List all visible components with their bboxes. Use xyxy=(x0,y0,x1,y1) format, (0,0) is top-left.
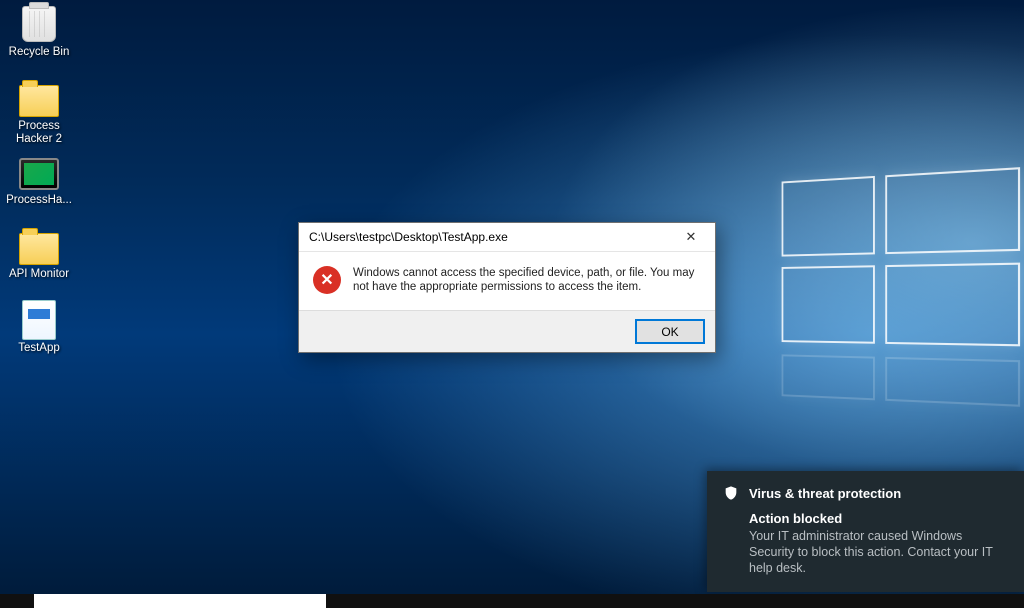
security-toast[interactable]: Virus & threat protection Action blocked… xyxy=(707,471,1024,592)
desktop-icon-process-ha[interactable]: ProcessHa... xyxy=(2,150,76,222)
ok-button[interactable]: OK xyxy=(635,319,705,344)
toast-category: Virus & threat protection xyxy=(749,486,901,501)
toast-body: Your IT administrator caused Windows Sec… xyxy=(749,528,1008,576)
monitor-icon xyxy=(19,152,59,192)
dialog-body: ✕ Windows cannot access the specified de… xyxy=(299,252,715,310)
shield-icon xyxy=(723,485,739,501)
taskbar[interactable] xyxy=(0,594,1024,608)
dialog-title: C:\Users\testpc\Desktop\TestApp.exe xyxy=(309,230,508,244)
toast-heading: Action blocked xyxy=(749,511,1008,526)
desktop-icon-label: TestApp xyxy=(18,342,60,355)
recycle-bin-icon xyxy=(19,4,59,44)
error-icon: ✕ xyxy=(313,266,341,294)
close-icon: ✕ xyxy=(686,229,697,245)
desktop-icon-testapp[interactable]: TestApp xyxy=(2,298,76,370)
desktop-icons-column: Recycle Bin Process Hacker 2 ProcessHa..… xyxy=(2,2,82,372)
folder-icon xyxy=(19,226,59,266)
exe-icon xyxy=(19,300,59,340)
desktop-icon-label: API Monitor xyxy=(9,268,69,281)
dialog-message: Windows cannot access the specified devi… xyxy=(353,266,701,294)
windows-logo-decoration xyxy=(782,168,1011,443)
dialog-titlebar[interactable]: C:\Users\testpc\Desktop\TestApp.exe ✕ xyxy=(299,223,715,252)
dialog-footer: OK xyxy=(299,310,715,352)
desktop-icon-process-hacker-2[interactable]: Process Hacker 2 xyxy=(2,76,76,148)
close-button[interactable]: ✕ xyxy=(675,226,707,248)
desktop-icon-label: Recycle Bin xyxy=(9,46,70,59)
desktop-icon-label: Process Hacker 2 xyxy=(2,120,76,146)
error-dialog: C:\Users\testpc\Desktop\TestApp.exe ✕ ✕ … xyxy=(298,222,716,353)
desktop-wallpaper[interactable]: Recycle Bin Process Hacker 2 ProcessHa..… xyxy=(0,0,1024,608)
taskbar-search[interactable] xyxy=(34,594,326,608)
start-button[interactable] xyxy=(0,594,30,608)
desktop-icon-label: ProcessHa... xyxy=(6,194,72,207)
desktop-icon-recycle-bin[interactable]: Recycle Bin xyxy=(2,2,76,74)
desktop-icon-api-monitor[interactable]: API Monitor xyxy=(2,224,76,296)
folder-icon xyxy=(19,78,59,118)
